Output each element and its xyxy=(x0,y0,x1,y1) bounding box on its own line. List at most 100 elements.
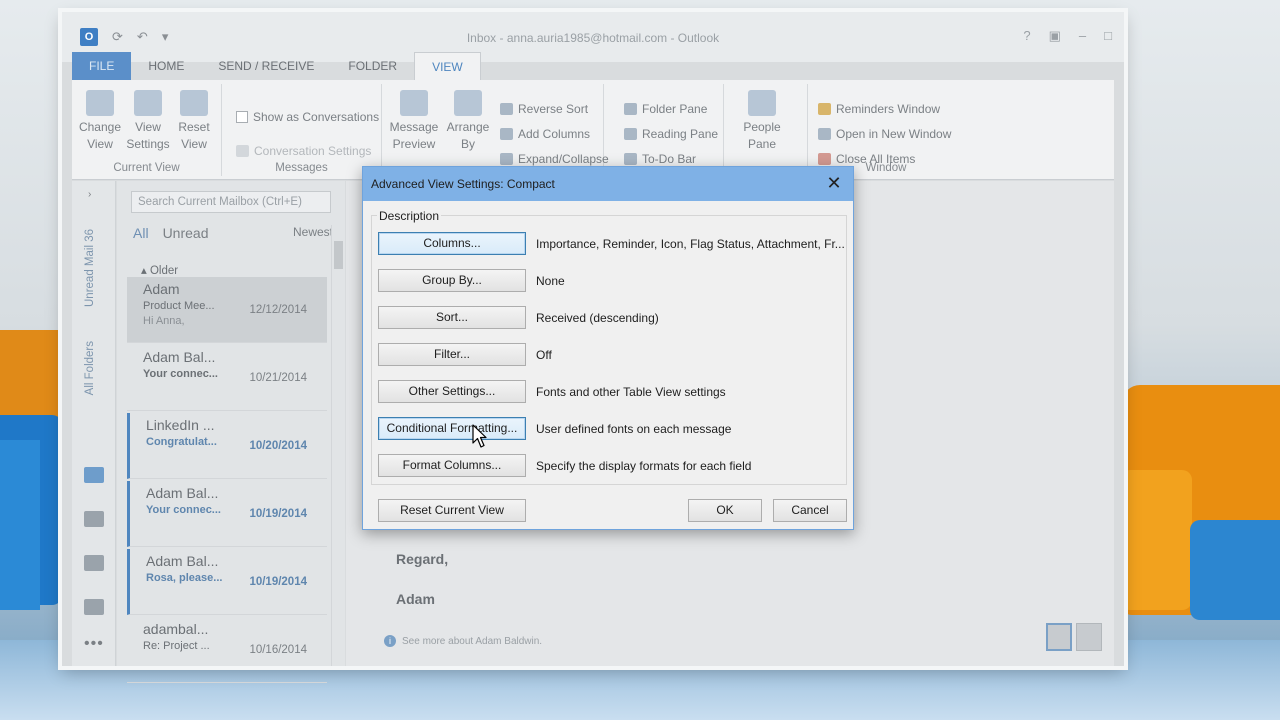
add-columns-label: Add Columns xyxy=(518,127,591,141)
reset-view-label: Reset View xyxy=(178,120,210,151)
conditional-formatting-button[interactable]: Conditional Formatting... xyxy=(378,417,526,440)
filter-value: Off xyxy=(536,348,552,362)
message-list-scrollbar[interactable] xyxy=(331,225,345,666)
tab-home[interactable]: HOME xyxy=(131,52,201,80)
message-list-pane: Search Current Mailbox (Ctrl+E) All Unre… xyxy=(117,181,345,683)
sort-button[interactable]: Sort... xyxy=(378,306,526,329)
message-date: 10/20/2014 xyxy=(249,440,307,452)
ribbon-display-icon[interactable]: ▣ xyxy=(1049,28,1061,44)
nav-unread-mail[interactable]: Unread Mail 36 xyxy=(84,229,102,307)
dialog-title: Advanced View Settings: Compact xyxy=(371,177,555,191)
reverse-sort-button[interactable]: Reverse Sort xyxy=(500,102,588,116)
change-view-icon xyxy=(86,90,114,116)
folder-pane-button[interactable]: Folder Pane xyxy=(624,102,707,116)
tab-send-receive[interactable]: SEND / RECEIVE xyxy=(201,52,331,80)
people-pane-icon xyxy=(748,90,776,116)
nav-all-folders[interactable]: All Folders xyxy=(84,341,102,395)
message-sender: Adam Bal... xyxy=(146,553,219,569)
conditional-formatting-value: User defined fonts on each message xyxy=(536,422,732,436)
open-in-new-window-button[interactable]: Open in New Window xyxy=(818,127,951,141)
window-controls: ? ▣ – □ xyxy=(1023,28,1112,44)
arrange-by-label: Arrange By xyxy=(446,120,490,151)
message-date: 12/12/2014 xyxy=(249,304,307,316)
more-icon[interactable]: ••• xyxy=(84,635,104,653)
reading-pane-button[interactable]: Reading Pane xyxy=(624,127,718,141)
tab-folder[interactable]: FOLDER xyxy=(331,52,414,80)
list-item[interactable]: LinkedIn ... Congratulat... 10/20/2014 xyxy=(127,413,327,479)
scrollbar-thumb[interactable] xyxy=(334,241,343,269)
format-columns-button[interactable]: Format Columns... xyxy=(378,454,526,477)
reset-view-icon xyxy=(180,90,208,116)
show-as-conversations-checkbox[interactable]: Show as Conversations xyxy=(236,110,379,124)
list-item[interactable]: Adam Product Mee... Hi Anna, 12/12/2014 xyxy=(127,277,327,343)
see-more-label: See more about Adam Baldwin. xyxy=(402,636,543,647)
tab-view[interactable]: VIEW xyxy=(414,52,481,80)
minimize-icon[interactable]: – xyxy=(1079,28,1086,44)
filter-all[interactable]: All xyxy=(133,225,149,241)
message-sender: Adam xyxy=(143,281,180,297)
group-label-current-view: Current View xyxy=(113,162,180,174)
message-sender: LinkedIn ... xyxy=(146,417,215,433)
group-by-button[interactable]: Group By... xyxy=(378,269,526,292)
search-input[interactable]: Search Current Mailbox (Ctrl+E) xyxy=(131,191,331,213)
add-columns-button[interactable]: Add Columns xyxy=(500,127,590,141)
people-pane-button[interactable]: People Pane xyxy=(738,90,786,153)
sort-newest[interactable]: Newest xyxy=(293,225,333,241)
reminders-window-button[interactable]: Reminders Window xyxy=(818,102,940,116)
people-pane-toggle xyxy=(1046,623,1102,651)
reading-pane-label: Reading Pane xyxy=(642,127,719,141)
desktop-decoration-left-blue-2 xyxy=(0,440,40,610)
ok-button[interactable]: OK xyxy=(688,499,762,522)
person-icon[interactable] xyxy=(1046,623,1072,651)
help-icon[interactable]: ? xyxy=(1023,28,1030,44)
tab-file[interactable]: FILE xyxy=(72,52,132,80)
arrange-by-button[interactable]: Arrange By xyxy=(444,90,492,153)
ribbon-tabs: FILE HOME SEND / RECEIVE FOLDER VIEW xyxy=(72,52,481,80)
cancel-button[interactable]: Cancel xyxy=(773,499,847,522)
desktop-decoration-right-blue xyxy=(1190,520,1280,620)
person-icon[interactable] xyxy=(1076,623,1102,651)
expand-collapse-icon xyxy=(500,153,513,165)
message-preview-button[interactable]: Message Preview xyxy=(386,90,442,153)
change-view-button[interactable]: Change View xyxy=(76,90,124,153)
group-older-label: Older xyxy=(149,265,179,277)
open-in-new-window-label: Open in New Window xyxy=(836,127,952,141)
folder-pane-icon xyxy=(624,103,637,115)
expand-folder-pane-icon[interactable]: › xyxy=(88,189,91,200)
people-pane-label: People Pane xyxy=(743,120,781,151)
ribbon-group-current-view: Change View View Settings Reset View Cur… xyxy=(72,84,222,176)
folder-pane-label: Folder Pane xyxy=(642,102,708,116)
other-settings-button[interactable]: Other Settings... xyxy=(378,380,526,403)
message-date: 10/19/2014 xyxy=(249,508,307,520)
other-settings-value: Fonts and other Table View settings xyxy=(536,385,726,399)
expand-collapse-button[interactable]: Expand/Collapse xyxy=(500,152,609,166)
people-icon[interactable] xyxy=(84,555,104,571)
calendar-icon[interactable] xyxy=(84,511,104,527)
reset-view-button[interactable]: Reset View xyxy=(170,90,218,153)
info-icon: i xyxy=(384,635,396,647)
list-item[interactable]: adambal... Re: Project ... 10/16/2014 xyxy=(127,617,327,683)
list-item[interactable]: Adam Bal... Rosa, please... 10/19/2014 xyxy=(127,549,327,615)
filter-button[interactable]: Filter... xyxy=(378,343,526,366)
conversation-settings-button[interactable]: Conversation Settings xyxy=(236,144,371,158)
reset-current-view-button[interactable]: Reset Current View xyxy=(378,499,526,522)
format-columns-value: Specify the display formats for each fie… xyxy=(536,459,752,473)
ribbon-group-window: Reminders Window Open in New Window Clos… xyxy=(808,84,964,176)
mail-icon[interactable] xyxy=(84,467,104,483)
tasks-icon[interactable] xyxy=(84,599,104,615)
list-item[interactable]: Adam Bal... Your connec... 10/21/2014 xyxy=(127,345,327,411)
filter-unread[interactable]: Unread xyxy=(163,225,209,241)
to-do-bar-button[interactable]: To-Do Bar xyxy=(624,152,696,166)
maximize-icon[interactable]: □ xyxy=(1104,28,1112,44)
view-settings-button[interactable]: View Settings xyxy=(124,90,172,153)
columns-value: Importance, Reminder, Icon, Flag Status,… xyxy=(536,237,845,251)
group-header-older[interactable]: ▴ Older xyxy=(141,263,178,277)
columns-button[interactable]: Columns... xyxy=(378,232,526,255)
close-icon[interactable]: ✕ xyxy=(821,171,847,195)
see-more-link[interactable]: i See more about Adam Baldwin. xyxy=(384,635,542,647)
to-do-bar-icon xyxy=(624,153,637,165)
message-date: 10/19/2014 xyxy=(249,576,307,588)
list-item[interactable]: Adam Bal... Your connec... 10/19/2014 xyxy=(127,481,327,547)
message-date: 10/21/2014 xyxy=(249,372,307,384)
advanced-view-settings-dialog: Advanced View Settings: Compact ✕ Descri… xyxy=(362,166,854,530)
